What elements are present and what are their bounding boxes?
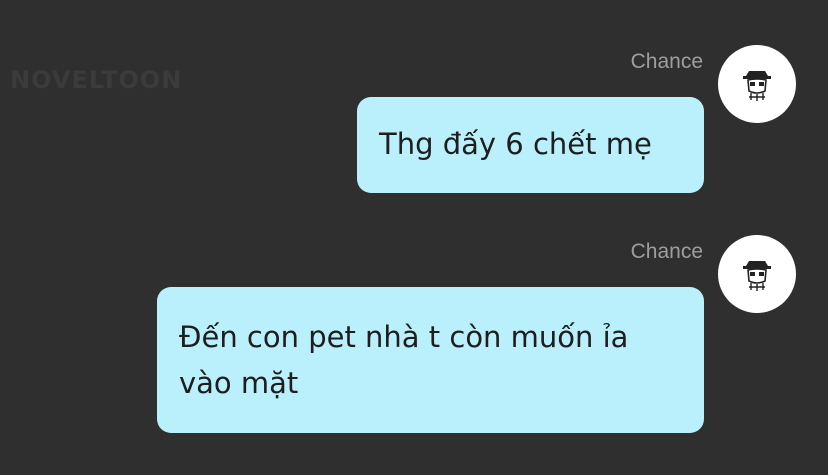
chibi-avatar-icon bbox=[743, 261, 771, 291]
message-text: Thg đấy 6 chết mẹ bbox=[379, 127, 652, 161]
sender-name: Chance bbox=[630, 240, 703, 263]
message-bubble[interactable]: Đến con pet nhà t còn muốn ỉa vào mặt bbox=[157, 287, 704, 433]
message-bubble[interactable]: Thg đấy 6 chết mẹ bbox=[357, 97, 704, 193]
watermark-logo: NOVELTOON bbox=[10, 66, 183, 94]
chibi-avatar-icon bbox=[743, 71, 771, 101]
sender-name: Chance bbox=[630, 50, 703, 73]
message-text: Đến con pet nhà t còn muốn ỉa vào mặt bbox=[179, 320, 629, 400]
avatar[interactable] bbox=[718, 45, 796, 123]
avatar[interactable] bbox=[718, 235, 796, 313]
